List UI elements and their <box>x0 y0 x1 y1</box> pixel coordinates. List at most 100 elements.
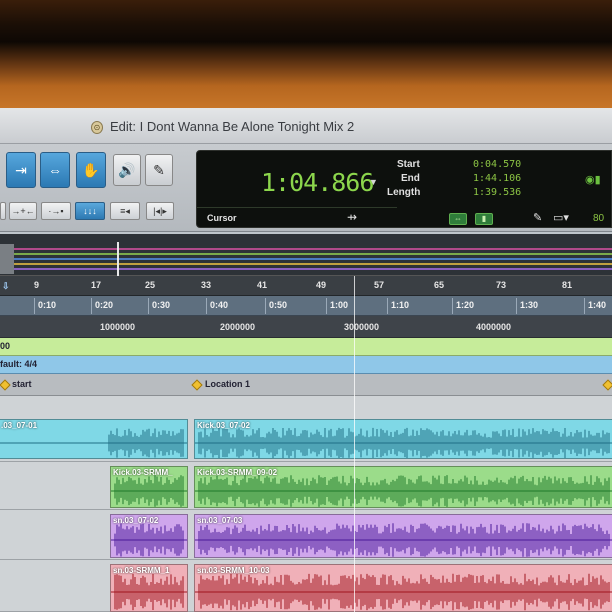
track-row[interactable]: .03_07-01 Kick.03_07-02 <box>0 414 612 462</box>
length-value[interactable]: 1:39.536 <box>473 187 521 198</box>
clip-name: sn.03-SRMM_10-03 <box>197 566 270 575</box>
bars-beats-ruler[interactable]: ⇩ 9 17 25 33 41 49 57 65 73 81 <box>0 276 612 296</box>
marker-label[interactable]: start <box>12 379 32 389</box>
cursor-label: Cursor <box>207 213 237 223</box>
slip-mode-button[interactable]: ·→▪ <box>41 202 71 220</box>
tempo-value: 00 <box>0 341 11 351</box>
session-document-icon: ⊙ <box>91 121 103 134</box>
insertion-marker-icon: ⇩ <box>2 281 10 291</box>
bar-tick: 33 <box>201 280 212 290</box>
meter-ruler[interactable]: fault: 4/4 <box>0 356 612 374</box>
audio-clip[interactable]: sn.03-SRMM_10-03 <box>194 564 612 612</box>
time-tick: 0:10 <box>34 298 56 314</box>
pre-post-roll-button[interactable]: ⇔ <box>449 213 467 225</box>
pencil-tool-icon[interactable]: ✎ <box>145 154 173 186</box>
time-tick: 0:30 <box>148 298 170 314</box>
time-tick: 1:00 <box>326 298 348 314</box>
sample-tick: 2000000 <box>220 322 256 332</box>
playback-cursor[interactable] <box>354 276 355 612</box>
bar-tick: 17 <box>91 280 102 290</box>
clip-name: sn.03-SRMM_1 <box>113 566 170 575</box>
grid-mode-button[interactable]: ↓↓↓ <box>75 202 105 220</box>
shuffle-mode-button[interactable]: →+← <box>9 202 37 220</box>
marker-diamond-icon[interactable] <box>0 379 11 391</box>
speaker-icon[interactable]: 🔊 <box>113 154 141 186</box>
overview-track-line <box>14 258 612 260</box>
edit-mode-edge-button[interactable] <box>0 202 6 220</box>
markers-ruler[interactable]: start Location 1 <box>0 374 612 396</box>
time-tick: 1:20 <box>452 298 474 314</box>
marker-diamond-icon[interactable] <box>602 379 612 391</box>
overview-position-marker[interactable] <box>117 242 119 276</box>
audio-clip[interactable]: Kick.03-SRMM_ <box>110 466 188 508</box>
grid-value-dropdown[interactable]: ▭▾ <box>553 211 569 224</box>
tempo-ruler[interactable]: 00 <box>0 338 612 356</box>
bar-tick: 9 <box>34 280 40 290</box>
overview-track-line <box>14 263 612 265</box>
time-tick: 0:20 <box>91 298 113 314</box>
monitor-bezel <box>0 0 612 110</box>
clip-name: .03_07-01 <box>1 421 38 430</box>
spot-mode-button[interactable]: ≡◂ <box>110 202 140 220</box>
bar-tick: 41 <box>257 280 268 290</box>
grabber-tool-button[interactable]: ✋ <box>76 152 106 188</box>
zoomer-tool-button[interactable]: ⇥ <box>6 152 36 188</box>
overview-track-line <box>14 268 612 270</box>
start-label: Start <box>397 159 420 170</box>
link-selection-button[interactable]: |◂|▸ <box>146 202 174 220</box>
marker-diamond-icon[interactable] <box>191 379 203 391</box>
sample-tick: 1000000 <box>100 322 136 332</box>
audio-clip[interactable]: sn.03_07-03 <box>194 514 612 558</box>
marker-label[interactable]: Location 1 <box>205 379 250 389</box>
audio-clip[interactable]: Kick.03-SRMM_09-02 <box>194 466 612 508</box>
time-tick: 0:50 <box>265 298 287 314</box>
min-sec-ruler[interactable]: 0:10 0:20 0:30 0:40 0:50 1:00 1:10 1:20 … <box>0 296 612 316</box>
samples-ruler[interactable]: 1000000 2000000 3000000 4000000 <box>0 316 612 338</box>
bar-tick: 81 <box>562 280 573 290</box>
main-counter-time[interactable]: 1:04.866 <box>261 168 374 197</box>
end-value[interactable]: 1:44.106 <box>473 173 521 184</box>
clip-name: sn.03_07-02 <box>113 516 159 525</box>
nudge-value[interactable]: 80 <box>593 213 604 224</box>
meter-label: fault: 4/4 <box>0 359 38 369</box>
memory-location-button[interactable]: ▮ <box>475 213 493 225</box>
time-tick: 1:10 <box>387 298 409 314</box>
track-row[interactable]: sn.03-SRMM_1 sn.03-SRMM_10-03 <box>0 560 612 612</box>
audio-clip[interactable]: sn.03_07-02 <box>110 514 188 558</box>
counter-format-dropdown-icon[interactable]: ▼ <box>369 177 378 187</box>
overview-track-line <box>14 248 612 250</box>
sample-tick: 3000000 <box>344 322 380 332</box>
bar-tick: 49 <box>316 280 327 290</box>
track-playlist-area: .03_07-01 Kick.03_07-02 Kick.03-SRMM_ Ki… <box>0 396 612 612</box>
clip-name: Kick.03-SRMM_09-02 <box>197 468 278 477</box>
counter-separator <box>197 207 397 208</box>
end-label: End <box>401 173 420 184</box>
overview-track-line <box>14 253 612 255</box>
trim-tool-button[interactable]: ⇔ <box>40 152 70 188</box>
time-tick: 0:40 <box>206 298 228 314</box>
title-bar[interactable]: ⊙ Edit: I Dont Wanna Be Alone Tonight Mi… <box>0 108 612 144</box>
audio-clip[interactable]: Kick.03_07-02 <box>194 419 612 459</box>
bar-tick: 25 <box>145 280 156 290</box>
universe-overview[interactable] <box>0 234 612 276</box>
clip-waveform <box>195 427 612 458</box>
main-counter: 1:04.866 ▼ Cursor ⇸ Start End Length 0:0… <box>196 150 612 228</box>
clip-waveform <box>195 523 612 557</box>
pencil-nudge-icon[interactable]: ✎ <box>533 211 542 224</box>
transport-indicator-icon: ◉▮ <box>585 174 601 186</box>
bar-tick: 65 <box>434 280 445 290</box>
bar-tick: 73 <box>496 280 507 290</box>
overview-left-edge <box>0 244 14 274</box>
start-value[interactable]: 0:04.570 <box>473 159 521 170</box>
clip-name: sn.03_07-03 <box>197 516 243 525</box>
sample-tick: 4000000 <box>476 322 512 332</box>
cursor-position-icon: ⇸ <box>347 210 358 224</box>
audio-clip[interactable]: .03_07-01 <box>0 419 188 459</box>
audio-clip[interactable]: sn.03-SRMM_1 <box>110 564 188 612</box>
length-label: Length <box>387 187 421 198</box>
clip-name: Kick.03-SRMM_ <box>113 468 173 477</box>
track-row[interactable]: sn.03_07-02 sn.03_07-03 <box>0 510 612 560</box>
track-row[interactable]: Kick.03-SRMM_ Kick.03-SRMM_09-02 <box>0 462 612 510</box>
bar-tick: 57 <box>374 280 385 290</box>
time-tick: 1:30 <box>516 298 538 314</box>
